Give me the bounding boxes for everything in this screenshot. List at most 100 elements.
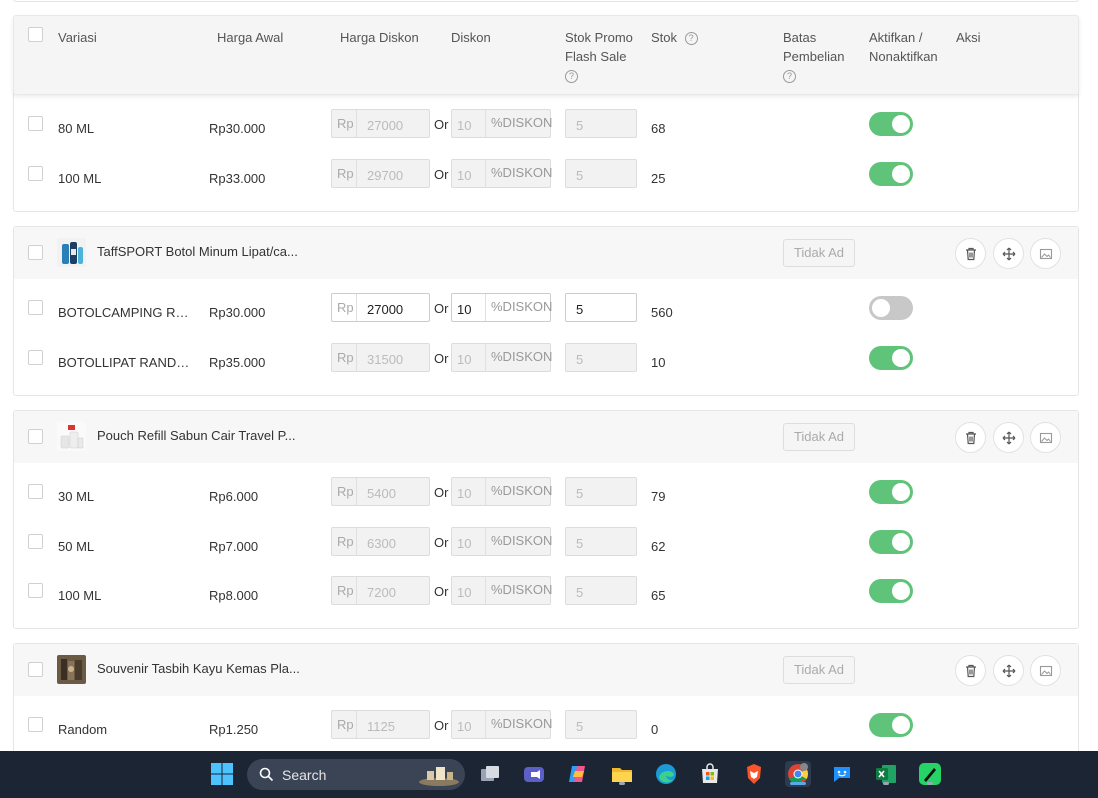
chrome-icon[interactable] xyxy=(785,761,811,787)
stock-value: 68 xyxy=(651,121,666,136)
promo-stock-input[interactable]: 5 xyxy=(565,710,637,739)
move-button[interactable] xyxy=(993,655,1024,686)
discount-percent-input[interactable]: 10 %DISKON xyxy=(451,159,552,188)
teams-icon[interactable] xyxy=(521,761,547,787)
delete-button[interactable] xyxy=(955,655,986,686)
discount-percent-input[interactable]: 10 %DISKON xyxy=(451,343,552,372)
product-checkbox[interactable] xyxy=(28,662,43,677)
variant-name: 50 ML xyxy=(58,539,95,554)
trash-icon xyxy=(965,664,976,677)
discount-price-input[interactable]: Rp 29700 xyxy=(331,159,430,188)
move-button[interactable] xyxy=(993,422,1024,453)
active-toggle[interactable] xyxy=(869,296,913,320)
image-button[interactable] xyxy=(1030,655,1061,686)
row-checkbox[interactable] xyxy=(28,484,43,499)
promo-stock-input[interactable]: 5 xyxy=(565,477,637,506)
promo-stock-input[interactable]: 5 xyxy=(565,576,637,605)
header-aktifkan: Aktifkan / Nonaktifkan xyxy=(869,28,938,66)
discount-percent-input[interactable]: 10 %DISKON xyxy=(451,109,552,138)
batas-pembelian-button[interactable]: Tidak Ad xyxy=(783,239,855,267)
discount-percent-input[interactable]: 10 %DISKON xyxy=(451,477,552,506)
variant-name: 30 ML xyxy=(58,489,95,504)
row-checkbox[interactable] xyxy=(28,583,43,598)
header-harga-diskon: Harga Diskon xyxy=(340,30,419,45)
discount-price-input[interactable]: Rp 5400 xyxy=(331,477,430,506)
discount-percent-input[interactable]: 10 %DISKON xyxy=(451,576,552,605)
excel-icon[interactable] xyxy=(873,761,899,787)
original-price: Rp1.250 xyxy=(209,722,259,737)
active-toggle[interactable] xyxy=(869,713,913,737)
promo-stock-input[interactable]: 5 xyxy=(565,293,637,322)
help-icon[interactable]: ? xyxy=(783,70,796,84)
header-stok-promo: Stok Promo Flash Sale ? xyxy=(565,28,633,85)
row-checkbox[interactable] xyxy=(28,534,43,549)
table-row: 30 ML Rp6.000 Rp 5400 Or 10 %DISKON 5 79 xyxy=(14,477,1078,517)
active-toggle[interactable] xyxy=(869,480,913,504)
edge-icon[interactable] xyxy=(653,761,679,787)
move-button[interactable] xyxy=(993,238,1024,269)
original-price: Rp30.000 xyxy=(209,305,266,320)
discount-price-input[interactable]: Rp 6300 xyxy=(331,527,430,556)
variant-name: Random xyxy=(58,722,108,737)
discount-percent-input[interactable]: 10 %DISKON xyxy=(451,710,552,739)
row-checkbox[interactable] xyxy=(28,166,43,181)
discount-percent-input[interactable]: 10 %DISKON xyxy=(451,293,552,322)
brave-icon[interactable] xyxy=(741,761,767,787)
help-icon[interactable]: ? xyxy=(565,70,578,84)
header-batas-line1: Batas xyxy=(783,30,817,45)
image-icon xyxy=(1039,432,1052,443)
folder-icon[interactable] xyxy=(609,761,635,787)
promo-stock-input[interactable]: 5 xyxy=(565,527,637,556)
discount-price-input[interactable]: Rp 1125 xyxy=(331,710,430,739)
task-view-icon[interactable] xyxy=(477,761,503,787)
table-row: BOTOLCAMPING RAN... Rp30.000 Rp 27000 Or … xyxy=(14,293,1078,333)
stock-value: 65 xyxy=(651,588,666,603)
header-batas-line2: Pembelian xyxy=(783,49,845,64)
store-icon[interactable] xyxy=(697,761,723,787)
help-icon[interactable]: ? xyxy=(684,32,698,46)
product-checkbox[interactable] xyxy=(28,245,43,260)
discount-price-input[interactable]: Rp 31500 xyxy=(331,343,430,372)
active-toggle[interactable] xyxy=(869,579,913,603)
taskbar-search[interactable]: Search xyxy=(247,759,465,790)
discount-price-input[interactable]: Rp 27000 xyxy=(331,109,430,138)
product-checkbox[interactable] xyxy=(28,429,43,444)
header-aksi: Aksi xyxy=(956,30,981,45)
search-label: Search xyxy=(282,767,327,783)
row-checkbox[interactable] xyxy=(28,116,43,131)
variant-name: BOTOLCAMPING RAN... xyxy=(58,305,194,320)
delete-button[interactable] xyxy=(955,238,986,269)
whatsapp-icon[interactable] xyxy=(917,761,943,787)
row-checkbox[interactable] xyxy=(28,300,43,315)
row-checkbox[interactable] xyxy=(28,717,43,732)
promo-stock-input[interactable]: 5 xyxy=(565,159,637,188)
select-all-checkbox[interactable] xyxy=(28,27,43,42)
or-label: Or xyxy=(434,301,449,316)
active-toggle[interactable] xyxy=(869,346,913,370)
active-toggle[interactable] xyxy=(869,162,913,186)
table-row: 100 ML Rp8.000 Rp 7200 Or 10 %DISKON 5 65 xyxy=(14,576,1078,616)
delete-button[interactable] xyxy=(955,422,986,453)
product-header: Pouch Refill Sabun Cair Travel P... Tida… xyxy=(14,411,1078,463)
or-label: Or xyxy=(434,584,449,599)
promo-stock-input[interactable]: 5 xyxy=(565,109,637,138)
trash-icon xyxy=(965,247,976,260)
table-row: 100 ML Rp33.000 Rp 29700 Or 10 %DISKON 5 2… xyxy=(14,159,1078,199)
move-icon xyxy=(1002,247,1015,260)
batas-pembelian-button[interactable]: Tidak Ad xyxy=(783,656,855,684)
active-toggle[interactable] xyxy=(869,530,913,554)
image-button[interactable] xyxy=(1030,238,1061,269)
messenger-icon[interactable] xyxy=(829,761,855,787)
discount-price-input[interactable]: Rp 27000 xyxy=(331,293,430,322)
active-toggle[interactable] xyxy=(869,112,913,136)
windows-start-icon[interactable] xyxy=(209,761,235,787)
table-row: Random Rp1.250 Rp 1125 Or 10 %DISKON 5 0 xyxy=(14,710,1078,750)
stock-value: 79 xyxy=(651,489,666,504)
promo-stock-input[interactable]: 5 xyxy=(565,343,637,372)
discount-price-input[interactable]: Rp 7200 xyxy=(331,576,430,605)
row-checkbox[interactable] xyxy=(28,350,43,365)
discount-percent-input[interactable]: 10 %DISKON xyxy=(451,527,552,556)
batas-pembelian-button[interactable]: Tidak Ad xyxy=(783,423,855,451)
copilot-icon[interactable] xyxy=(565,761,591,787)
image-button[interactable] xyxy=(1030,422,1061,453)
